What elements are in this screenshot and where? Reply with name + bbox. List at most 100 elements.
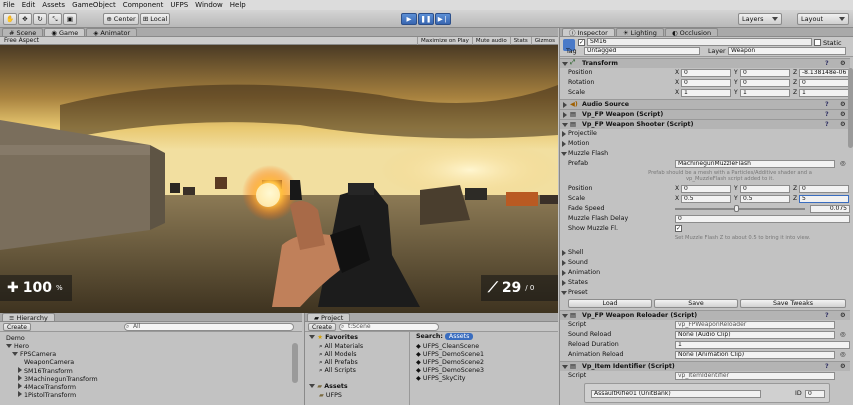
muzzle-delay-field[interactable]: 0 bbox=[675, 215, 850, 223]
fade-speed-slider-thumb[interactable] bbox=[734, 205, 740, 212]
preset-save-tweaks-button[interactable]: Save Tweaks bbox=[740, 299, 846, 308]
transform-position-x[interactable]: 0 bbox=[681, 69, 731, 77]
animation-reload-field[interactable]: None (Animation Clip) bbox=[675, 351, 835, 359]
static-checkbox[interactable] bbox=[814, 39, 821, 46]
animation-foldout[interactable]: Animation bbox=[560, 268, 850, 278]
tab-hierarchy[interactable]: ≡ Hierarchy bbox=[2, 313, 55, 322]
aspect-dropdown[interactable]: Free Aspect bbox=[0, 37, 39, 44]
game-view[interactable]: ✚ 100 % ⟋ 29 / 0 bbox=[0, 45, 558, 313]
pause-button[interactable]: ❚❚ bbox=[418, 13, 434, 25]
shooter-script-header[interactable]: ▤ Vp_FP Weapon Shooter (Script) ? ⚙ bbox=[560, 119, 850, 129]
tab-lighting[interactable]: ☀ Lighting bbox=[615, 28, 664, 37]
show-muzzle-checkbox[interactable]: ✓ bbox=[675, 225, 682, 232]
menu-window[interactable]: Window bbox=[195, 1, 223, 9]
tab-animator[interactable]: ◈ Animator bbox=[86, 28, 138, 37]
hierarchy-create-button[interactable]: Create bbox=[3, 322, 31, 331]
scale-tool-button[interactable]: ⤡ bbox=[48, 13, 62, 25]
shell-foldout[interactable]: Shell bbox=[560, 248, 850, 258]
help-icon[interactable]: ? bbox=[825, 111, 829, 118]
menu-file[interactable]: File bbox=[3, 1, 15, 9]
preset-save-button[interactable]: Save bbox=[654, 299, 738, 308]
fade-speed-slider-track[interactable] bbox=[675, 208, 805, 210]
sound-reload-field[interactable]: None (Audio Clip) bbox=[675, 331, 835, 339]
prefab-field[interactable]: MachinegunMuzzleFlash bbox=[675, 160, 835, 168]
hand-tool-button[interactable]: ✋ bbox=[3, 13, 17, 25]
gear-icon[interactable]: ⚙ bbox=[840, 312, 846, 319]
transform-rotation-y[interactable]: 0 bbox=[740, 79, 790, 87]
tab-game[interactable]: ◉ Game bbox=[44, 28, 86, 37]
scene-result[interactable]: ◆ UFPS_CleanScene bbox=[416, 343, 479, 350]
preset-load-button[interactable]: Load bbox=[568, 299, 652, 308]
transform-position-y[interactable]: 0 bbox=[740, 69, 790, 77]
hierarchy-item-demo[interactable]: Demo bbox=[6, 335, 25, 342]
hierarchy-item-sm16transform[interactable]: SM16Transform bbox=[18, 367, 73, 375]
states-foldout[interactable]: States bbox=[560, 278, 850, 288]
maximize-on-play-toggle[interactable]: Maximize on Play bbox=[417, 36, 472, 45]
inspector-scrollbar[interactable] bbox=[848, 68, 853, 148]
menu-assets[interactable]: Assets bbox=[42, 1, 65, 9]
hierarchy-scrollbar[interactable] bbox=[292, 343, 298, 383]
hierarchy-item-weaponcamera[interactable]: WeaponCamera bbox=[24, 359, 74, 366]
pivot-local-button[interactable]: ⊞ Local bbox=[140, 13, 170, 25]
active-checkbox[interactable]: ✓ bbox=[578, 39, 585, 46]
assets-folder[interactable]: ▰ Assets bbox=[309, 383, 348, 390]
gear-icon[interactable]: ⚙ bbox=[840, 111, 846, 118]
muzzle-scale-x[interactable]: 0.5 bbox=[681, 195, 731, 203]
rotate-tool-button[interactable]: ↻ bbox=[33, 13, 47, 25]
tab-project[interactable]: ▰ Project bbox=[307, 313, 351, 322]
project-create-button[interactable]: Create bbox=[308, 322, 336, 331]
project-search-input[interactable]: ⌕ t:Scene bbox=[338, 322, 439, 331]
muzzle-scale-z[interactable]: 5 bbox=[799, 195, 849, 203]
object-picker-icon[interactable]: ◎ bbox=[840, 351, 846, 358]
muzzle-position-y[interactable]: 0 bbox=[740, 185, 790, 193]
menu-ufps[interactable]: UFPS bbox=[170, 1, 188, 9]
help-icon[interactable]: ? bbox=[825, 312, 829, 319]
muzzle-flash-foldout[interactable]: Muzzle Flash bbox=[560, 149, 850, 159]
transform-rotation-x[interactable]: 0 bbox=[681, 79, 731, 87]
object-picker-icon[interactable]: ◎ bbox=[840, 331, 846, 338]
scene-result[interactable]: ◆ UFPS_DemoScene1 bbox=[416, 351, 484, 358]
tab-occlusion[interactable]: ◐ Occlusion bbox=[664, 28, 719, 37]
weapon-script-header[interactable]: ▤ Vp_FP Weapon (Script) ? ⚙ bbox=[560, 109, 850, 119]
favorite-item[interactable]: ⌕ All Prefabs bbox=[319, 359, 358, 367]
menu-component[interactable]: Component bbox=[123, 1, 164, 9]
tag-dropdown[interactable]: Untagged bbox=[584, 47, 700, 55]
menu-help[interactable]: Help bbox=[230, 1, 246, 9]
tab-scene[interactable]: # Scene bbox=[2, 28, 44, 37]
muzzle-position-z[interactable]: 0 bbox=[799, 185, 849, 193]
transform-header[interactable]: ⤢ Transform ? ⚙ bbox=[560, 58, 850, 68]
preset-foldout[interactable]: Preset bbox=[560, 288, 850, 298]
hierarchy-item-hero[interactable]: Hero bbox=[6, 343, 29, 350]
help-icon[interactable]: ? bbox=[825, 121, 829, 128]
fade-speed-field[interactable]: 0.075 bbox=[810, 205, 850, 213]
gear-icon[interactable]: ⚙ bbox=[840, 60, 846, 67]
tab-inspector[interactable]: ⓘ Inspector bbox=[562, 28, 615, 37]
stats-toggle[interactable]: Stats bbox=[509, 36, 531, 45]
help-icon[interactable]: ? bbox=[825, 101, 829, 108]
reloader-script-header[interactable]: ▤ Vp_FP Weapon Reloader (Script) ? ⚙ bbox=[560, 310, 850, 320]
hierarchy-item-machinegun[interactable]: 3MachinegunTransform bbox=[18, 375, 98, 383]
reload-duration-field[interactable]: 1 bbox=[675, 341, 850, 349]
help-icon[interactable]: ? bbox=[825, 60, 829, 67]
identifier-asset-field[interactable]: AssaultRifle01 (UnitBank) bbox=[591, 390, 761, 398]
muzzle-scale-y[interactable]: 0.5 bbox=[740, 195, 790, 203]
favorites-folder[interactable]: ★ Favorites bbox=[309, 334, 358, 341]
object-picker-icon[interactable]: ◎ bbox=[840, 160, 846, 167]
transform-position-z[interactable]: -8.138148e-06 bbox=[799, 69, 849, 77]
assets-item-ufps[interactable]: ▰ UFPS bbox=[319, 392, 342, 399]
scene-result[interactable]: ◆ UFPS_SkyCity bbox=[416, 375, 466, 382]
menu-gameobject[interactable]: GameObject bbox=[72, 1, 116, 9]
favorite-item[interactable]: ⌕ All Scripts bbox=[319, 367, 356, 375]
step-button[interactable]: ▶❘ bbox=[435, 13, 451, 25]
motion-foldout[interactable]: Motion bbox=[560, 139, 850, 149]
favorite-item[interactable]: ⌕ All Materials bbox=[319, 343, 363, 351]
help-icon[interactable]: ? bbox=[825, 363, 829, 370]
search-scope-assets[interactable]: Assets bbox=[444, 333, 474, 340]
sound-foldout[interactable]: Sound bbox=[560, 258, 850, 268]
transform-scale-y[interactable]: 1 bbox=[740, 89, 790, 97]
object-name-field[interactable]: SM16 bbox=[587, 38, 812, 46]
menu-edit[interactable]: Edit bbox=[22, 1, 36, 9]
hierarchy-item-pistol[interactable]: 1PistolTransform bbox=[18, 391, 76, 399]
hierarchy-item-mace[interactable]: 4MaceTransform bbox=[18, 383, 76, 391]
layout-dropdown[interactable]: Layout bbox=[797, 13, 849, 25]
